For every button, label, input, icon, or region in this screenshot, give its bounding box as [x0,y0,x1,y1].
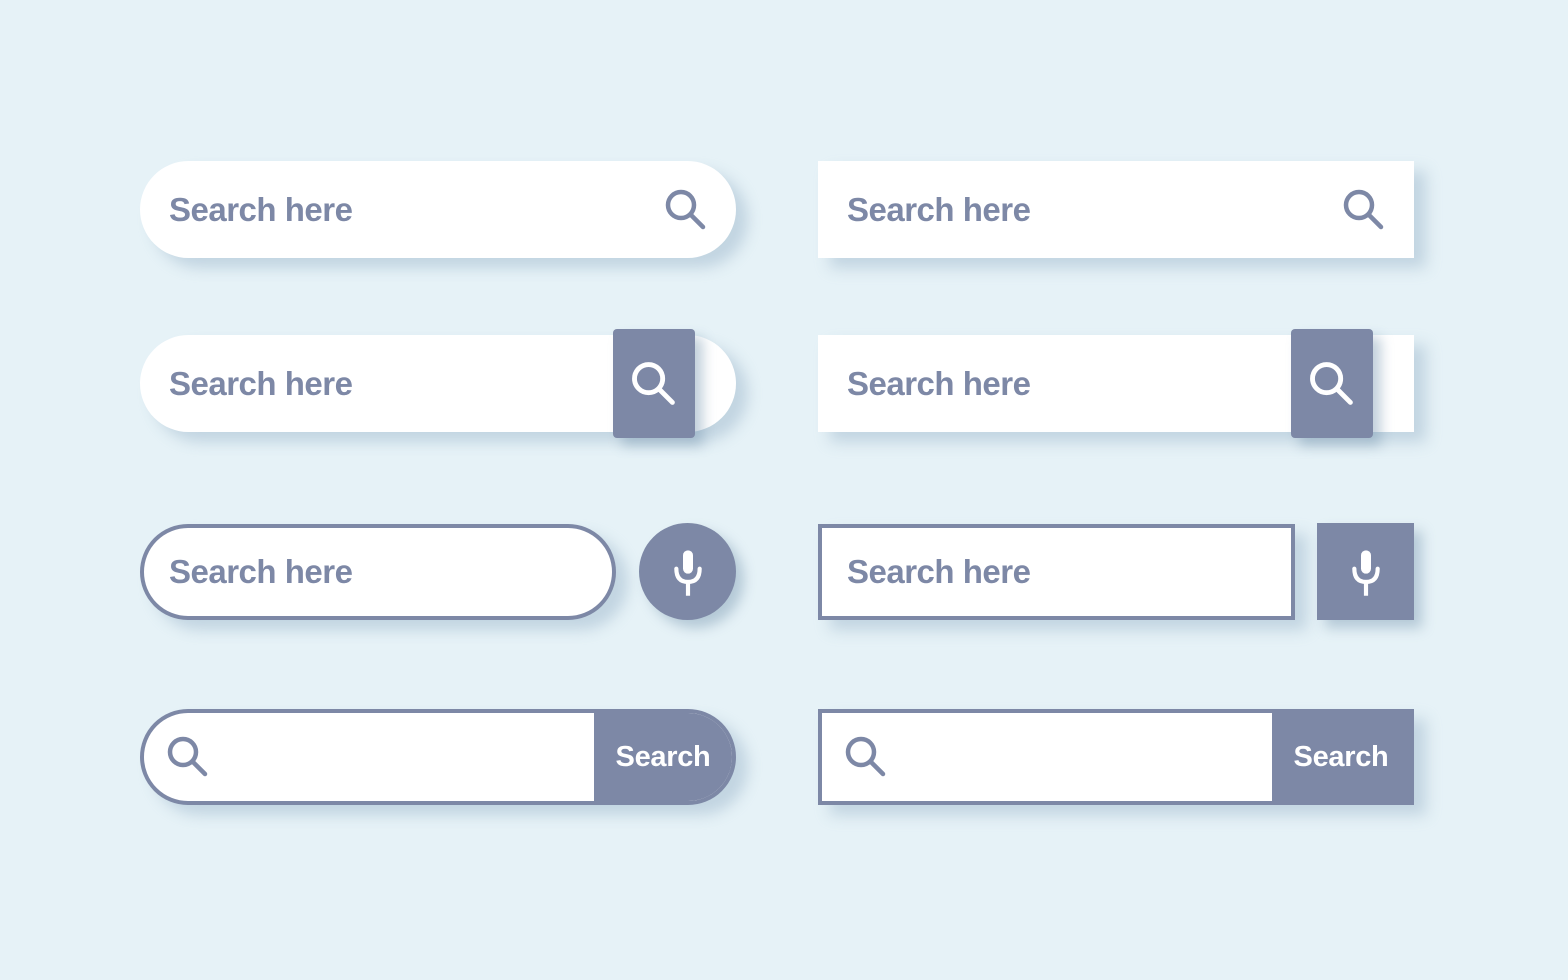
search-bar-1[interactable]: Search here [140,161,736,258]
search-input-placeholder[interactable]: Search here [847,553,1031,591]
search-input-placeholder[interactable]: Search here [169,191,353,229]
search-icon [842,733,890,781]
microphone-icon [668,547,708,597]
search-input[interactable] [224,723,588,793]
voice-search-button[interactable] [1317,523,1414,620]
search-button[interactable]: Search [1272,713,1410,801]
search-icon [628,358,680,410]
voice-search-button[interactable] [639,523,736,620]
search-bar-7[interactable]: Search here [818,524,1295,620]
search-icon [164,733,212,781]
search-bar-3[interactable]: Search here [140,524,616,620]
search-button[interactable]: Search [594,713,732,801]
search-icon[interactable] [1340,186,1388,234]
search-bar-4[interactable]: Search [140,709,736,805]
search-bar-5[interactable]: Search here [818,161,1414,258]
search-input-placeholder[interactable]: Search here [169,365,353,403]
search-icon[interactable] [662,186,710,234]
search-button[interactable] [613,329,695,438]
search-input[interactable] [902,723,1266,793]
search-input-placeholder[interactable]: Search here [847,191,1031,229]
search-icon [1306,358,1358,410]
search-button[interactable] [1291,329,1373,438]
microphone-icon [1346,547,1386,597]
search-input-placeholder[interactable]: Search here [847,365,1031,403]
search-input-placeholder[interactable]: Search here [169,553,353,591]
search-bar-8[interactable]: Search [818,709,1414,805]
